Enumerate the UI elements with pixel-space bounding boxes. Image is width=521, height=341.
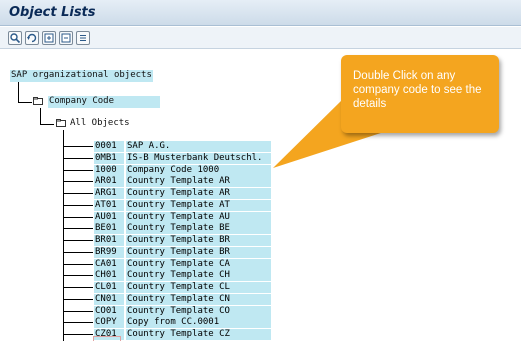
company-code-name[interactable]: Country Template BE — [126, 223, 271, 234]
selection-cursor — [93, 336, 121, 341]
company-code-id[interactable]: COPY — [94, 317, 124, 328]
callout-box: Double Click on any company code to see … — [341, 55, 499, 133]
company-code-name[interactable]: Country Template CN — [126, 294, 271, 305]
company-code-name[interactable]: Country Template CA — [126, 259, 271, 270]
company-code-id[interactable]: AR01 — [94, 176, 124, 187]
tree-line — [63, 252, 93, 253]
tree-line — [40, 124, 54, 125]
tree-line — [63, 181, 93, 182]
tree-line — [63, 130, 64, 341]
tree-line — [63, 193, 93, 194]
tree-node-all-objects[interactable]: All Objects — [70, 118, 130, 130]
company-code-name[interactable]: Copy from CC.0001 — [126, 317, 271, 328]
company-code-name[interactable]: Country Template CL — [126, 282, 271, 293]
tree-line — [63, 170, 93, 171]
company-code-id[interactable]: CH01 — [94, 270, 124, 281]
company-code-id[interactable]: 0MB1 — [94, 153, 124, 164]
company-code-name[interactable]: SAP A.G. — [126, 141, 271, 152]
company-code-name[interactable]: Country Template AR — [126, 176, 271, 187]
tree-line — [63, 240, 93, 241]
find-icon[interactable] — [8, 31, 22, 45]
tree-line — [63, 158, 93, 159]
tree-line — [63, 275, 93, 276]
tree-line — [63, 217, 93, 218]
company-code-id[interactable]: AT01 — [94, 200, 124, 211]
collapse-icon[interactable] — [59, 31, 73, 45]
company-code-id[interactable]: CA01 — [94, 259, 124, 270]
tree-line — [63, 334, 93, 335]
tree-line — [63, 322, 93, 323]
company-code-name[interactable]: Company Code 1000 — [126, 165, 271, 176]
tree-line — [63, 228, 93, 229]
company-code-name[interactable]: Country Template CZ — [126, 329, 271, 340]
company-code-id[interactable]: 1000 — [94, 165, 124, 176]
toolbar — [0, 27, 521, 49]
tree-line — [18, 82, 19, 103]
folder-icon — [56, 119, 66, 127]
tree-line — [63, 311, 93, 312]
company-code-id[interactable]: BR01 — [94, 235, 124, 246]
company-code-name[interactable]: IS-B Musterbank Deutschl. — [126, 153, 271, 164]
company-code-name[interactable]: Country Template CH — [126, 270, 271, 281]
page-title: Object Lists — [9, 5, 96, 20]
tree-line — [40, 108, 41, 125]
company-code-name[interactable]: Country Template AR — [126, 188, 271, 199]
company-code-id[interactable]: 0001 — [94, 141, 124, 152]
tree-line — [63, 264, 93, 265]
title-bar: Object Lists — [0, 0, 521, 26]
tree-root[interactable]: SAP organizational objects — [10, 70, 153, 82]
company-code-name[interactable]: Country Template BR — [126, 247, 271, 258]
tree-line — [63, 205, 93, 206]
company-code-id[interactable]: ARG1 — [94, 188, 124, 199]
refresh-icon[interactable] — [25, 31, 39, 45]
callout-text: Double Click on any company code to see … — [353, 70, 482, 110]
company-code-name[interactable]: Country Template BR — [126, 235, 271, 246]
tree-node-company-code[interactable]: Company Code — [48, 96, 160, 108]
company-code-id[interactable]: CN01 — [94, 294, 124, 305]
company-code-name[interactable]: Country Template CO — [126, 306, 271, 317]
company-code-id[interactable]: CO01 — [94, 306, 124, 317]
company-code-name[interactable]: Country Template AT — [126, 200, 271, 211]
tree-line — [18, 102, 32, 103]
company-code-id[interactable]: BE01 — [94, 223, 124, 234]
list-icon[interactable] — [76, 31, 90, 45]
company-code-name[interactable]: Country Template AU — [126, 212, 271, 223]
tree-line — [63, 287, 93, 288]
company-code-id[interactable]: BR99 — [94, 247, 124, 258]
tree-line — [63, 299, 93, 300]
company-code-id[interactable]: AU01 — [94, 212, 124, 223]
expand-icon[interactable] — [42, 31, 56, 45]
company-code-id[interactable]: CL01 — [94, 282, 124, 293]
tree-line — [63, 146, 93, 147]
folder-icon — [33, 97, 43, 105]
